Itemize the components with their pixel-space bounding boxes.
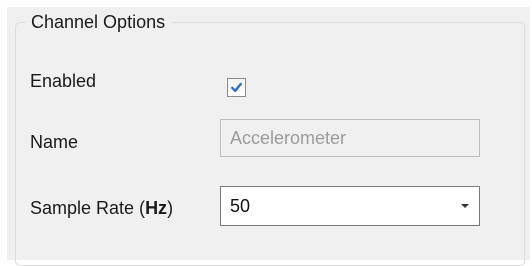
chevron-down-icon[interactable] bbox=[461, 204, 469, 208]
sample-rate-label-suffix: ) bbox=[167, 198, 174, 218]
sample-rate-unit: Hz bbox=[145, 198, 168, 218]
enabled-checkbox[interactable] bbox=[227, 78, 246, 97]
check-icon bbox=[231, 82, 242, 92]
enabled-label: Enabled bbox=[30, 71, 97, 91]
name-label: Name bbox=[30, 132, 79, 152]
sample-rate-label-prefix: Sample Rate ( bbox=[30, 198, 146, 218]
sample-rate-dropdown[interactable]: 50 bbox=[220, 186, 480, 226]
group-title: Channel Options bbox=[26, 9, 173, 35]
name-field[interactable]: Accelerometer bbox=[220, 119, 480, 157]
sample-rate-label: Sample Rate (Hz) bbox=[30, 196, 173, 220]
sample-rate-value: 50 bbox=[230, 196, 251, 216]
